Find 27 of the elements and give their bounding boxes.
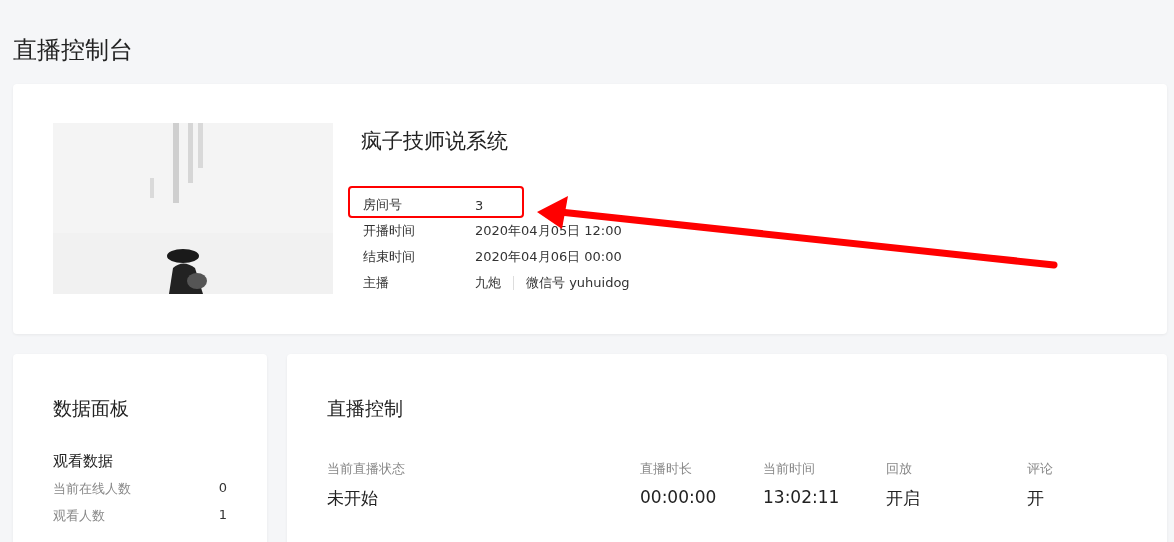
info-value: 3 [475, 197, 484, 213]
status-value: 开启 [886, 487, 920, 510]
stat-value: 0 [218, 480, 227, 497]
info-label: 主播 [363, 274, 390, 292]
status-label: 当前直播状态 [327, 460, 405, 478]
panel-title: 数据面板 [53, 396, 130, 421]
info-value: 2020年04月06日 00:00 [475, 248, 622, 266]
status-label: 回放 [886, 460, 912, 478]
status-value: 未开始 [327, 487, 378, 510]
info-label: 结束时间 [363, 248, 416, 266]
status-label: 评论 [1027, 460, 1053, 478]
panel-title: 直播控制 [327, 396, 404, 421]
page-title: 直播控制台 [13, 35, 134, 66]
stat-value: 1 [218, 507, 227, 524]
wechat-id: 微信号 yuhuidog [526, 274, 630, 292]
broadcast-title: 疯子技师说系统 [361, 128, 509, 155]
status-value: 13:02:11 [763, 487, 840, 507]
stat-label: 观看人数 [53, 507, 105, 525]
status-label: 直播时长 [640, 460, 692, 478]
section-title: 观看数据 [53, 452, 114, 471]
stat-label: 当前在线人数 [53, 480, 131, 498]
status-label: 当前时间 [763, 460, 815, 478]
info-label: 开播时间 [363, 222, 416, 240]
info-label: 房间号 [363, 196, 403, 214]
host-name: 九炮 [475, 274, 501, 292]
status-value: 开 [1027, 487, 1044, 510]
status-value: 00:00:00 [640, 487, 717, 507]
